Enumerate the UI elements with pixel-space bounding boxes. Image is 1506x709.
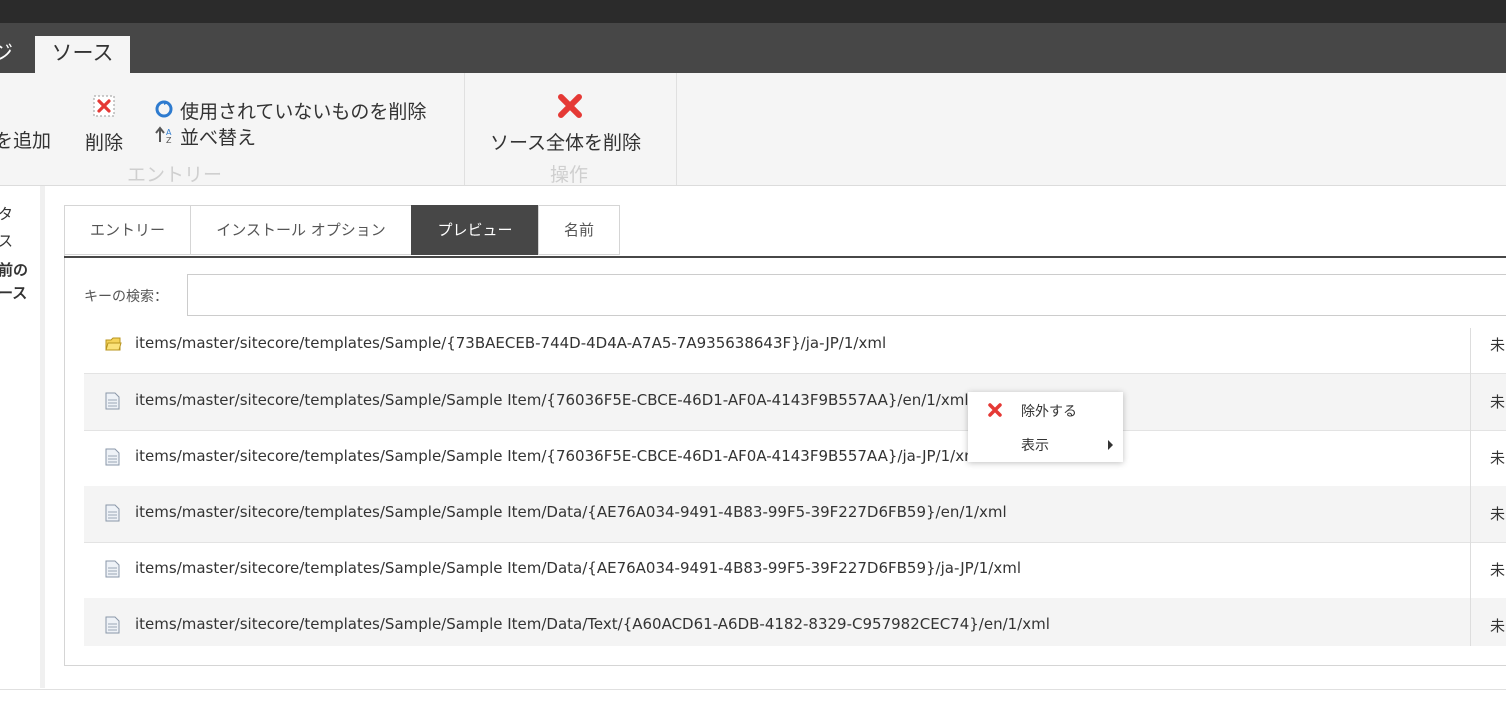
remove-unused-button[interactable]: 使用されていないものを削除 (180, 97, 426, 124)
entry-status: 未 (1490, 561, 1506, 579)
sort-icon: A Z (155, 126, 175, 148)
left-panel-item[interactable]: ース (0, 282, 27, 303)
list-item[interactable]: items/master/sitecore/templates/Sample/S… (84, 542, 1506, 599)
list-item[interactable]: items/master/sitecore/templates/Sample/S… (84, 486, 1506, 543)
context-menu-exclude[interactable]: 除外する (968, 394, 1123, 428)
entry-path: items/master/sitecore/templates/Sample/S… (135, 559, 1021, 577)
tab-install-options[interactable]: インストール オプション (190, 205, 412, 255)
left-panel-item[interactable]: 前の (0, 259, 28, 280)
footer-divider (0, 689, 1506, 690)
entry-status: 未 (1490, 617, 1506, 635)
ribbon-tab-source[interactable]: ソース (35, 36, 130, 73)
left-panel: タ ス 前の ース (0, 186, 40, 688)
ribbon-tab-strip (0, 23, 1506, 73)
folder-icon (105, 336, 122, 354)
ribbon-separator (676, 73, 677, 185)
document-icon (105, 616, 122, 634)
entry-status: 未 (1490, 336, 1506, 354)
left-panel-border (40, 186, 45, 688)
window-top-bar (0, 0, 1506, 23)
refresh-icon (155, 100, 173, 122)
left-panel-item[interactable]: ス (0, 230, 13, 251)
list-item[interactable]: items/master/sitecore/templates/Sample/S… (84, 430, 1506, 487)
entry-path: items/master/sitecore/templates/Sample/S… (135, 447, 983, 465)
context-menu-view[interactable]: 表示 (968, 428, 1123, 462)
context-menu: 除外する 表示 (968, 392, 1123, 462)
ribbon-separator (464, 73, 465, 185)
delete-all-icon[interactable] (556, 92, 584, 124)
entry-path: items/master/sitecore/templates/Sample/S… (135, 503, 1007, 521)
context-menu-exclude-label: 除外する (1021, 404, 1077, 420)
list-item[interactable]: items/master/sitecore/templates/Sample/{… (84, 328, 1506, 374)
chevron-right-icon (1108, 440, 1113, 450)
document-icon (105, 448, 122, 466)
ribbon-tab-previous[interactable]: ジ (0, 36, 22, 73)
delete-all-button[interactable]: ソース全体を削除 (490, 128, 641, 155)
left-panel-item[interactable]: タ (0, 203, 13, 224)
sort-button[interactable]: 並べ替え (180, 123, 256, 150)
context-menu-view-label: 表示 (1021, 438, 1049, 454)
tab-underline (64, 256, 1506, 258)
entry-status: 未 (1490, 393, 1506, 411)
column-divider (1470, 328, 1471, 646)
tab-name[interactable]: 名前 (538, 205, 620, 255)
svg-text:Z: Z (166, 136, 172, 144)
entry-list: items/master/sitecore/templates/Sample/{… (84, 328, 1506, 646)
document-icon (105, 504, 122, 522)
entry-status: 未 (1490, 505, 1506, 523)
delete-button[interactable]: 削除 (85, 128, 123, 155)
search-label: キーの検索： (84, 289, 168, 305)
entry-group-label: エントリー (127, 164, 223, 186)
document-icon (105, 560, 122, 578)
delete-entry-icon[interactable] (93, 95, 115, 121)
document-icon (105, 392, 122, 410)
entry-path: items/master/sitecore/templates/Sample/S… (135, 615, 1050, 633)
tab-entries[interactable]: エントリー (64, 205, 191, 255)
list-item[interactable]: items/master/sitecore/templates/Sample/S… (84, 598, 1506, 646)
add-button[interactable]: を追加 (0, 126, 51, 153)
list-item[interactable]: items/master/sitecore/templates/Sample/S… (84, 374, 1506, 431)
entry-path: items/master/sitecore/templates/Sample/{… (135, 334, 887, 352)
entry-status: 未 (1490, 449, 1506, 467)
close-icon (987, 402, 1003, 422)
operation-group-label: 操作 (550, 164, 589, 186)
key-search-input[interactable] (187, 274, 1506, 316)
entry-path: items/master/sitecore/templates/Sample/S… (135, 391, 969, 409)
tab-preview[interactable]: プレビュー (411, 205, 539, 255)
